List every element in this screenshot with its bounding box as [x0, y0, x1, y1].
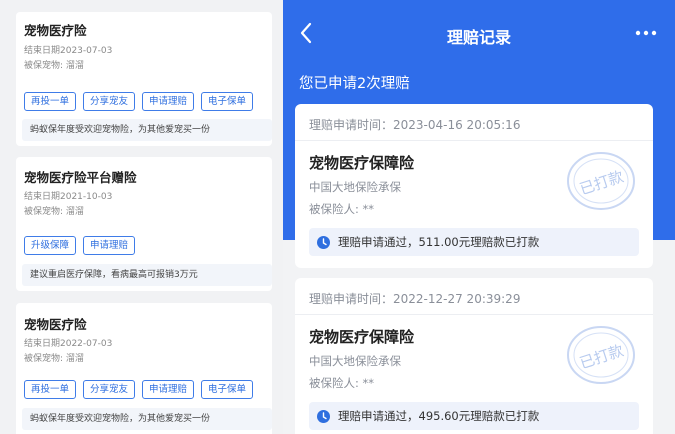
e-policy-button[interactable]: 电子保单 — [201, 92, 254, 111]
claim-status[interactable]: 理赔申请通过，495.60元理赔款已打款 — [309, 402, 639, 430]
share-button[interactable]: 分享宠友 — [83, 92, 136, 111]
policy-insured-pet: 被保宠物: 溜溜 — [24, 61, 84, 71]
claim-product: 宠物医疗保障险 — [309, 328, 415, 346]
reorder-button[interactable]: 再投一单 — [24, 380, 77, 399]
clock-icon — [317, 409, 330, 423]
policy-card[interactable]: 宠物医疗险 结束日期2022-07-03 被保宠物: 溜溜 再投一单 分享宠友 … — [16, 303, 272, 434]
policy-card[interactable]: 宠物医疗险 结束日期2023-07-03 被保宠物: 溜溜 再投一单 分享宠友 … — [16, 12, 272, 146]
claim-status-text: 理赔申请通过，495.60元理赔款已打款 — [338, 409, 540, 423]
claim-status[interactable]: 理赔申请通过，511.00元理赔款已打款 — [309, 228, 639, 256]
divider — [295, 140, 653, 141]
policy-end-date: 结束日期2023-07-03 — [24, 46, 113, 56]
claim-card[interactable]: 理赔申请时间：2023-04-16 20:05:16 宠物医疗保障险 中国大地保… — [295, 104, 653, 268]
policy-title: 宠物医疗险 — [24, 23, 87, 38]
clock-icon — [317, 235, 330, 249]
policy-tip[interactable]: 蚂蚁保年度受欢迎宠物险，为其他爱宠买一份 — [22, 119, 272, 141]
policy-insured-pet: 被保宠物: 溜溜 — [24, 207, 84, 217]
policy-tip[interactable]: 建议重启医疗保障，看病最高可报销3万元 — [22, 264, 272, 286]
claim-insured: 被保险人: ** — [309, 202, 375, 216]
policy-title: 宠物医疗险 — [24, 317, 87, 332]
apply-claim-button[interactable]: 申请理赔 — [142, 92, 195, 111]
claim-insurer: 中国大地保险承保 — [309, 354, 401, 368]
page-title: 理赔记录 — [446, 28, 511, 47]
policy-end-date: 结束日期2022-07-03 — [24, 339, 113, 349]
policy-title: 宠物医疗险平台赠险 — [24, 170, 137, 185]
more-dots-icon[interactable] — [635, 30, 657, 36]
upgrade-button[interactable]: 升级保障 — [24, 236, 77, 255]
reorder-button[interactable]: 再投一单 — [24, 92, 77, 111]
stamp-text: 已打款 — [577, 167, 625, 198]
paid-stamp-icon: 已打款 — [567, 152, 635, 210]
claim-insured: 被保险人: ** — [309, 376, 375, 390]
policy-list-panel: 宠物医疗险 结束日期2023-07-03 被保宠物: 溜溜 再投一单 分享宠友 … — [0, 0, 283, 434]
claims-panel: 理赔记录 您已申请2次理赔 理赔申请时间：2023-04-16 20:05:16… — [283, 0, 675, 434]
policy-end-date: 结束日期2021-10-03 — [24, 192, 113, 202]
divider — [295, 314, 653, 315]
paid-stamp-icon: 已打款 — [567, 326, 635, 384]
policy-tip[interactable]: 蚂蚁保年度受欢迎宠物险，为其他爱宠买一份 — [22, 408, 272, 430]
stamp-text: 已打款 — [577, 341, 625, 372]
apply-claim-button[interactable]: 申请理赔 — [142, 380, 195, 399]
share-button[interactable]: 分享宠友 — [83, 380, 136, 399]
apply-claim-button[interactable]: 申请理赔 — [83, 236, 136, 255]
claims-summary: 您已申请2次理赔 — [299, 76, 410, 92]
claim-time: 理赔申请时间：2023-04-16 20:05:16 — [309, 118, 521, 132]
claim-insurer: 中国大地保险承保 — [309, 180, 401, 194]
claim-time: 理赔申请时间：2022-12-27 20:39:29 — [309, 292, 521, 306]
claim-card[interactable]: 理赔申请时间：2022-12-27 20:39:29 宠物医疗保障险 中国大地保… — [295, 278, 653, 434]
policy-insured-pet: 被保宠物: 溜溜 — [24, 354, 84, 364]
e-policy-button[interactable]: 电子保单 — [201, 380, 254, 399]
claim-status-text: 理赔申请通过，511.00元理赔款已打款 — [338, 235, 540, 249]
policy-card[interactable]: 宠物医疗险平台赠险 结束日期2021-10-03 被保宠物: 溜溜 升级保障 申… — [16, 157, 272, 291]
claim-product: 宠物医疗保障险 — [309, 154, 415, 172]
